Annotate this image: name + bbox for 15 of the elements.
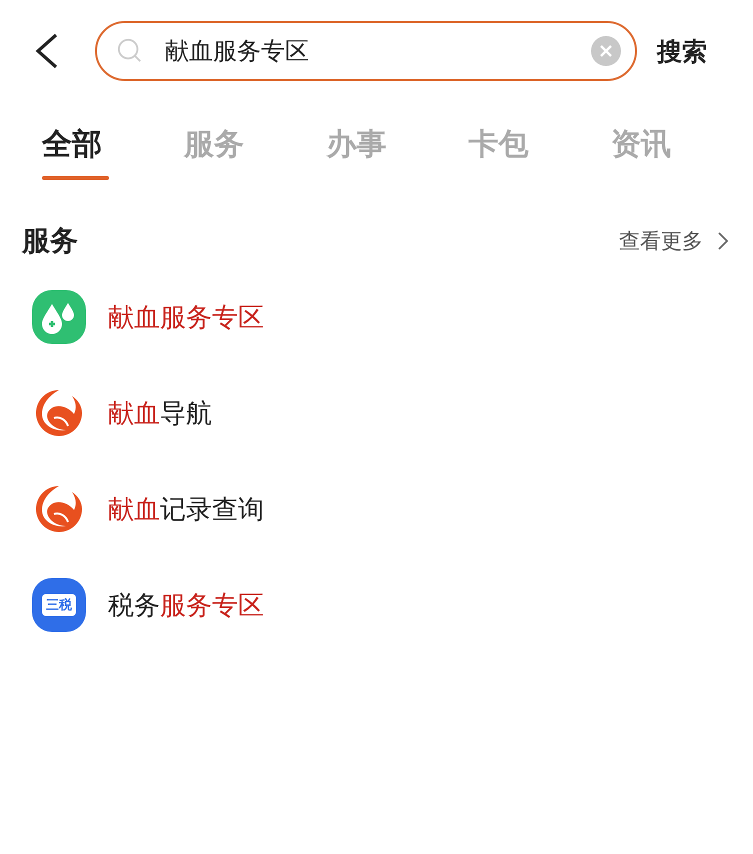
water-drops-icon <box>32 290 86 344</box>
back-icon[interactable] <box>34 33 60 69</box>
tax-app-icon: 三税 <box>32 578 86 632</box>
search-button[interactable]: 搜索 <box>657 34 707 68</box>
search-field[interactable]: 献血服务专区 <box>95 21 637 81</box>
search-icon <box>117 38 143 64</box>
tab[interactable]: 全部 <box>42 124 184 182</box>
see-more-link[interactable]: 查看更多 <box>619 227 703 255</box>
chevron-icon[interactable] <box>717 231 729 251</box>
result-link[interactable]: 献血导航 <box>108 396 212 430</box>
result-link[interactable]: 献血服务专区 <box>108 300 264 334</box>
search-input[interactable]: 献血服务专区 <box>163 36 591 66</box>
result-link[interactable]: 税务服务专区 <box>108 588 264 622</box>
result-link[interactable]: 献血记录查询 <box>108 492 264 526</box>
section-title: 服务 <box>22 223 79 259</box>
